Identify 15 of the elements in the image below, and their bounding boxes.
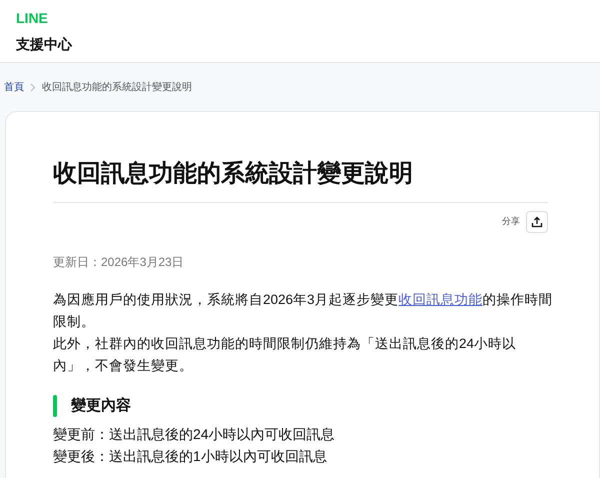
share-button[interactable] [526, 211, 548, 233]
site-title: 支援中心 [16, 35, 72, 53]
breadcrumb-link[interactable]: 首頁 [4, 80, 24, 94]
breadcrumb-current: 收回訊息功能的系統設計變更說明 [42, 80, 192, 94]
paragraph: 此外，社群內的收回訊息功能的時間限制仍維持為「送出訊息後的24小時以內」，不會發生變更。 [53, 335, 518, 375]
chevron-icon [30, 82, 36, 92]
article-title: 收回訊息功能的系統設計變更說明 [53, 156, 548, 203]
updated-date: 更新日：2026年3月23日 [53, 254, 184, 271]
section-heading: 變更內容 [71, 396, 131, 416]
share-label: 分享 [502, 215, 520, 228]
feature-link[interactable]: 收回訊息功能 [398, 292, 483, 307]
change-line: 變更前：送出訊息後的24小時以內可收回訊息 [53, 425, 335, 444]
change-line: 變更後：送出訊息後的1小時以內可收回訊息 [53, 447, 327, 466]
share-icon [531, 216, 543, 228]
paragraph: 為因應用戶的使用狀況，系統將自2026年3月起逐步變更收回訊息功能的操作時間限制。 [53, 291, 554, 331]
